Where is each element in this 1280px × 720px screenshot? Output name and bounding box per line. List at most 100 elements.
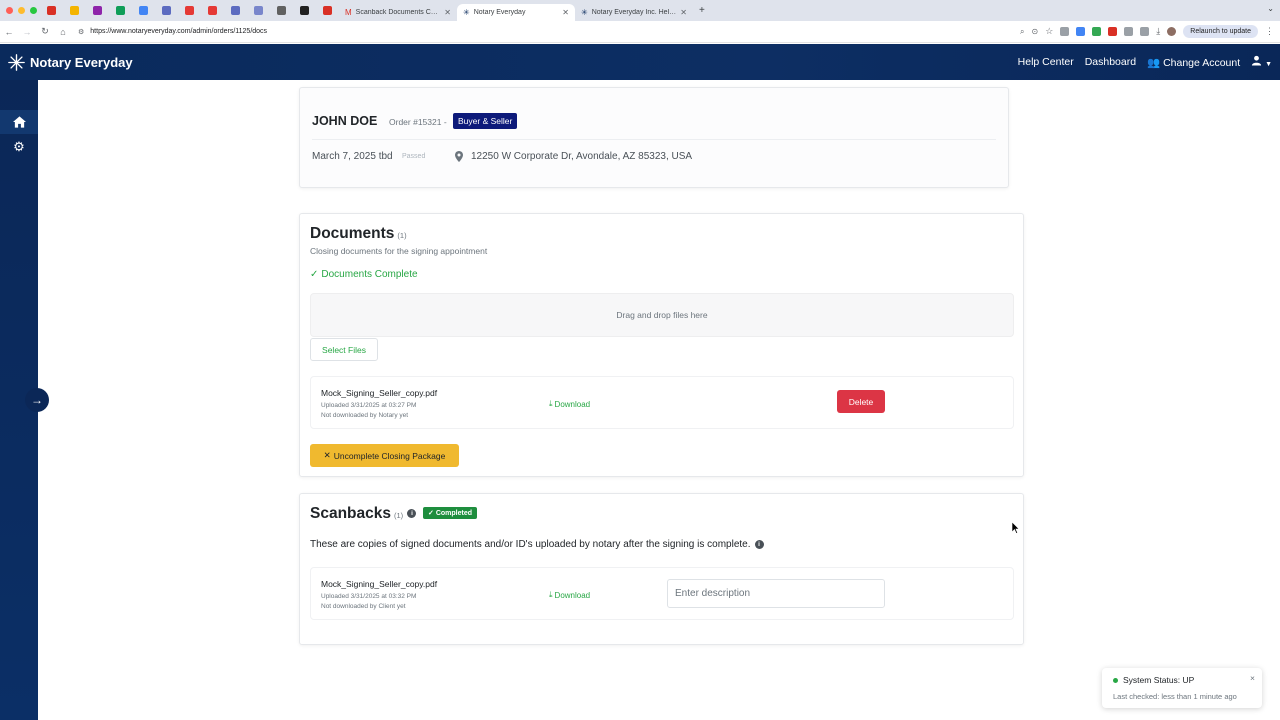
select-files-button[interactable]: Select Files: [310, 338, 378, 361]
arrow-right-icon: →: [31, 393, 43, 407]
dropzone-text: Drag and drop files here: [616, 310, 708, 320]
scanback-file-row: Mock_Signing_Seller_copy.pdf Uploaded 3/…: [310, 567, 1014, 620]
window-controls[interactable]: [0, 7, 40, 14]
close-tab-icon[interactable]: ✕: [562, 8, 569, 17]
pinned-tab[interactable]: [40, 0, 63, 21]
file-download-status: Not downloaded by Notary yet: [321, 412, 409, 419]
appointment-date: March 7, 2025 tbd: [312, 151, 393, 162]
scanbacks-card: Scanbacks (1) i ✓ Completed These are cop…: [299, 493, 1024, 645]
documents-complete-status: ✓ Documents Complete: [310, 269, 418, 280]
asterisk-logo-icon: [8, 53, 25, 71]
browser-tab[interactable]: ✳ Notary Everyday Inc. Help Ce ✕: [575, 4, 693, 21]
close-tab-icon[interactable]: ✕: [444, 8, 451, 17]
site-info-icon[interactable]: ⚙: [78, 28, 84, 36]
user-menu-dropdown[interactable]: ▼: [1251, 55, 1272, 69]
forward-icon[interactable]: →: [18, 27, 36, 37]
extension-icon[interactable]: [1076, 27, 1086, 36]
pinned-tab[interactable]: [270, 0, 293, 21]
download-icon[interactable]: ⤓: [1156, 26, 1160, 37]
pinned-tab[interactable]: [224, 0, 247, 21]
relaunch-button[interactable]: Relaunch to update: [1183, 25, 1258, 38]
download-icon: ⤓: [549, 399, 553, 408]
pinned-tab[interactable]: [86, 0, 109, 21]
tab-search-chevron-icon[interactable]: ⌄: [1267, 4, 1274, 13]
url-field[interactable]: ⚙ https://www.notaryeveryday.com/admin/o…: [78, 28, 1020, 36]
description-input[interactable]: [667, 579, 885, 608]
close-window-icon[interactable]: [6, 7, 13, 14]
bookmark-star-icon[interactable]: ☆: [1045, 26, 1053, 37]
info-icon[interactable]: i: [754, 540, 764, 549]
minimize-window-icon[interactable]: [18, 7, 25, 14]
file-dropzone[interactable]: Drag and drop files here: [310, 293, 1014, 337]
extension-icon[interactable]: [1060, 27, 1070, 36]
close-icon[interactable]: ×: [1250, 673, 1255, 683]
pinned-tab[interactable]: [247, 0, 270, 21]
users-icon: 👥: [1147, 56, 1161, 69]
notary-favicon-icon: ✳: [581, 8, 588, 17]
reading-list-icon[interactable]: [1140, 27, 1150, 36]
help-center-link[interactable]: Help Center: [1018, 56, 1074, 68]
documents-complete-label: Documents Complete: [321, 269, 418, 280]
new-tab-icon[interactable]: +: [699, 5, 705, 16]
tab-label: Notary Everyday Inc. Help Ce: [591, 9, 677, 16]
delete-button[interactable]: Delete: [837, 390, 885, 413]
check-icon: ✓: [310, 269, 319, 280]
browser-menu-icon[interactable]: ⋮: [1265, 26, 1274, 37]
info-icon[interactable]: i: [407, 509, 417, 519]
pinned-tab[interactable]: [63, 0, 86, 21]
order-type-badge: Buyer & Seller: [453, 113, 518, 129]
pinned-tab[interactable]: [201, 0, 224, 21]
scanbacks-title: Scanbacks: [310, 505, 391, 522]
download-link[interactable]: ⤓ Download: [549, 590, 590, 600]
download-label: Download: [554, 399, 591, 409]
uncomplete-label: Uncomplete Closing Package: [333, 450, 446, 461]
system-status-toast: System Status: UP × Last checked: less t…: [1102, 668, 1262, 708]
file-name: Mock_Signing_Seller_copy.pdf: [321, 579, 438, 589]
pinned-tab[interactable]: [155, 0, 178, 21]
reload-icon[interactable]: ↻: [36, 26, 54, 37]
map-pin-icon: [455, 151, 463, 162]
pinned-tab[interactable]: [132, 0, 155, 21]
extension-icon[interactable]: [1092, 27, 1102, 36]
file-name: Mock_Signing_Seller_copy.pdf: [321, 388, 438, 398]
pinned-tab[interactable]: [316, 0, 339, 21]
download-icon: ⤓: [549, 590, 553, 599]
order-number: Order #15321 -: [389, 117, 447, 127]
download-label: Download: [554, 590, 591, 600]
extensions-area: ⌕ ⊙ ☆ ⤓ Relaunch to update ⋮: [1020, 25, 1274, 38]
documents-count: (1): [397, 231, 407, 240]
pinned-tab[interactable]: [109, 0, 132, 21]
maximize-window-icon[interactable]: [30, 7, 37, 14]
close-tab-icon[interactable]: ✕: [680, 8, 687, 17]
zoom-icon[interactable]: ⌕: [1020, 27, 1024, 37]
sidebar-item-home[interactable]: [0, 110, 38, 134]
profile-avatar-icon[interactable]: [1167, 27, 1177, 36]
gmail-icon: M: [345, 8, 352, 17]
home-icon: [12, 116, 26, 128]
appointment-address: 12250 W Corporate Dr, Avondale, AZ 85323…: [471, 151, 693, 162]
extension-icon[interactable]: [1108, 27, 1118, 36]
sidebar-item-settings[interactable]: ⚙: [0, 135, 38, 159]
documents-subtitle: Closing documents for the signing appoin…: [310, 246, 488, 256]
browser-tab-active[interactable]: ✳ Notary Everyday ✕: [457, 4, 575, 21]
back-icon[interactable]: ←: [0, 27, 18, 37]
notary-favicon-icon: ✳: [463, 8, 470, 17]
extensions-puzzle-icon[interactable]: [1124, 27, 1134, 36]
status-dot: [1113, 678, 1118, 683]
pinned-tab[interactable]: [178, 0, 201, 21]
home-icon[interactable]: ⌂: [54, 27, 72, 37]
pinned-tab[interactable]: [293, 0, 316, 21]
tab-label: Notary Everyday: [473, 9, 526, 16]
uncomplete-closing-package-button[interactable]: ✕ Uncomplete Closing Package: [310, 444, 459, 467]
browser-tab[interactable]: M Scanback Documents Comp ✕: [339, 4, 457, 21]
brand-logo[interactable]: Notary Everyday: [8, 53, 133, 71]
url-text: https://www.notaryeveryday.com/admin/ord…: [90, 28, 268, 35]
location-icon[interactable]: ⊙: [1032, 27, 1039, 36]
dashboard-link[interactable]: Dashboard: [1085, 56, 1136, 68]
toast-title: System Status: UP: [1123, 675, 1195, 685]
sidebar-expand-button[interactable]: →: [25, 388, 49, 412]
download-link[interactable]: ⤓ Download: [549, 399, 590, 409]
change-account-link[interactable]: 👥 Change Account: [1147, 56, 1240, 69]
file-download-status: Not downloaded by Client yet: [321, 603, 406, 610]
documents-heading: Documents (1): [310, 225, 407, 243]
